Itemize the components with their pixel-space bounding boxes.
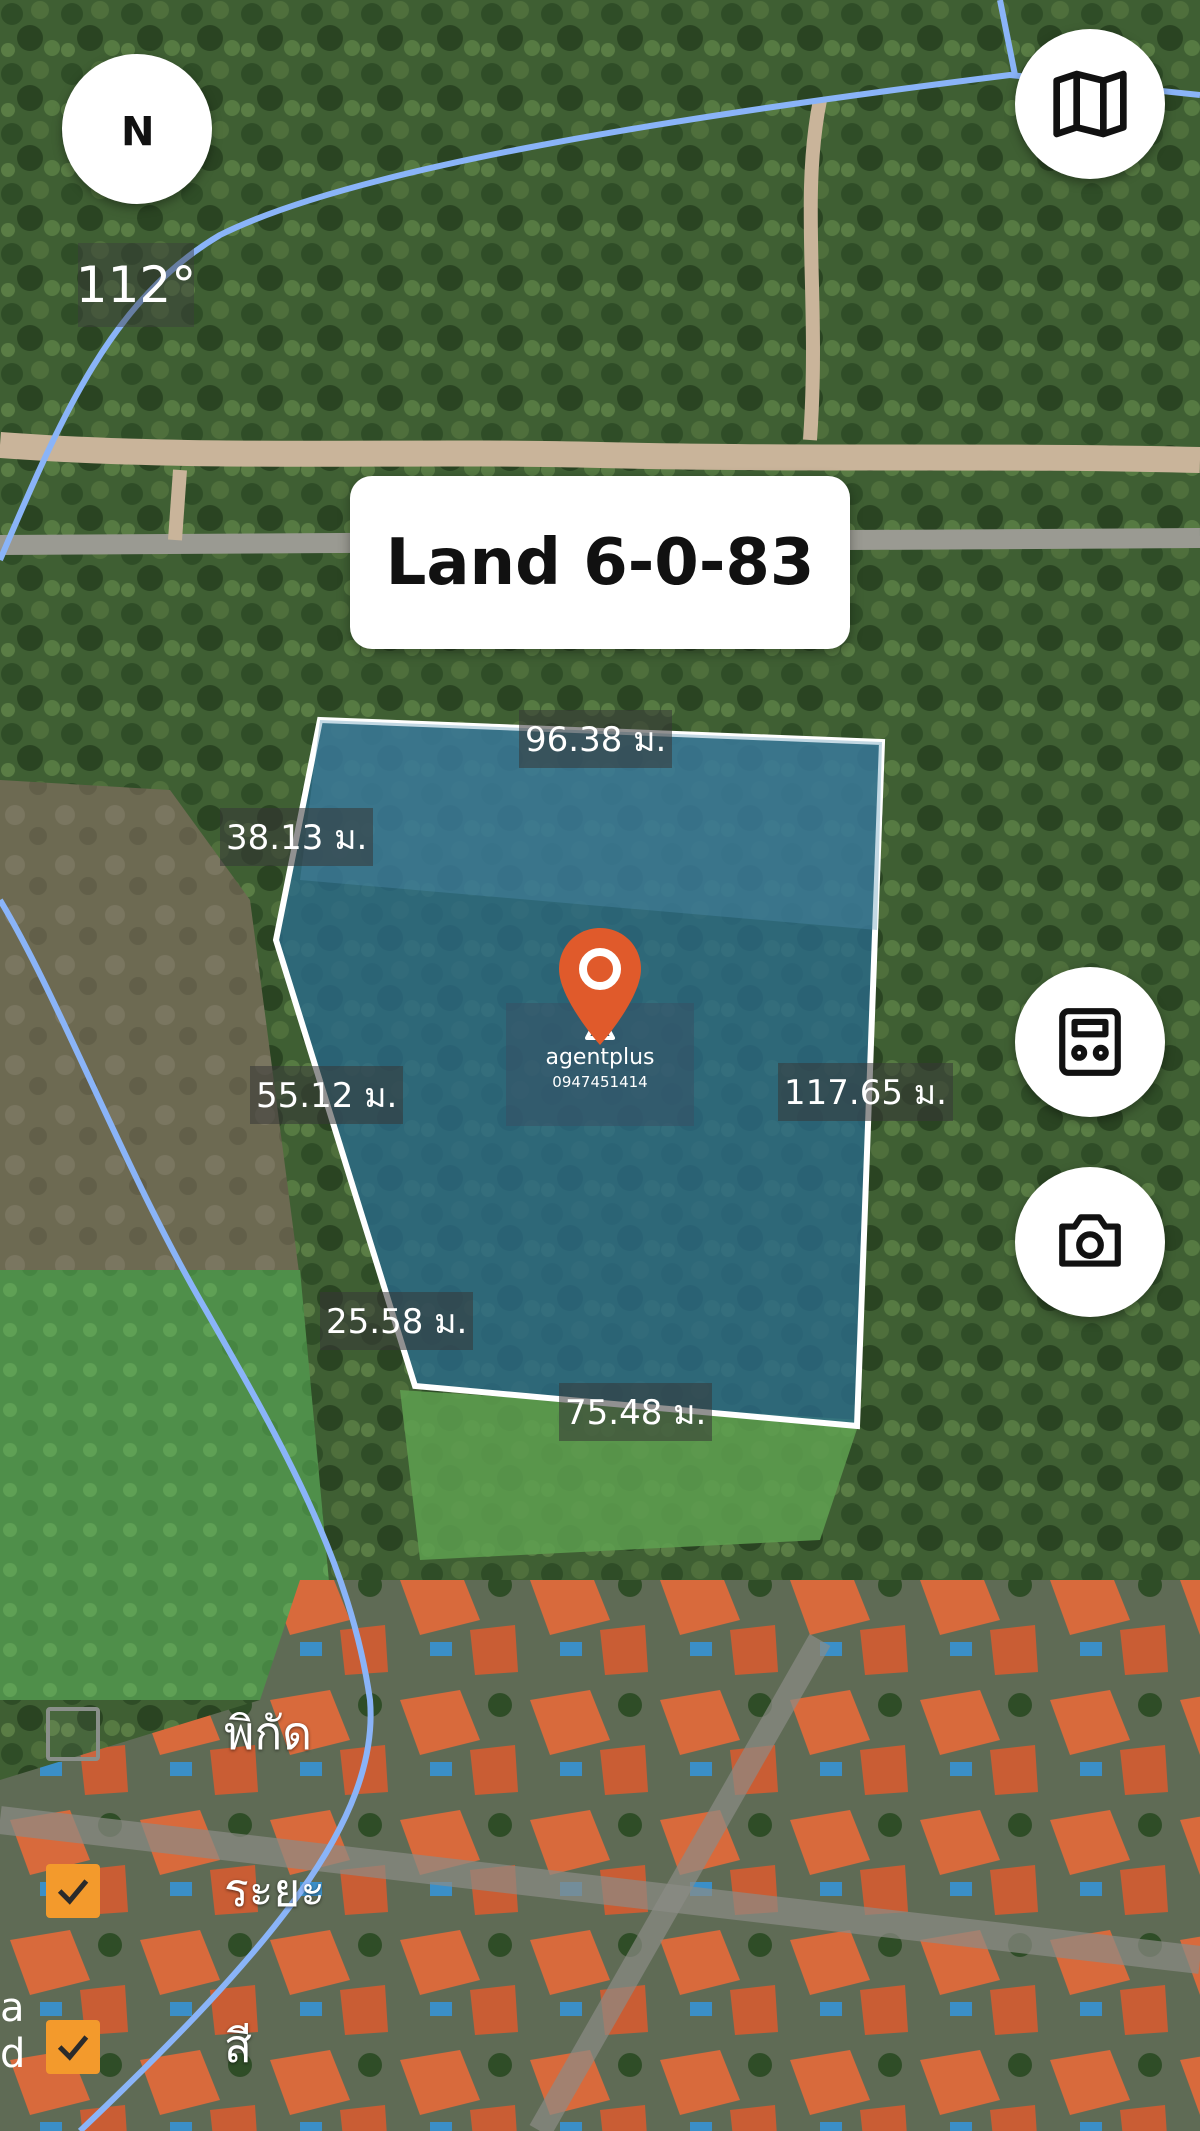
calculator-button[interactable]: [1015, 967, 1165, 1117]
map-layers-button[interactable]: [1015, 29, 1165, 179]
compass-icon: N: [119, 106, 155, 152]
bearing-readout: 112°: [76, 243, 196, 327]
measurement-bottom: 75.48 ม.: [559, 1383, 713, 1441]
cropped-edge-text: a d: [0, 1985, 26, 2077]
camera-button[interactable]: [1015, 1167, 1165, 1317]
measurement-right: 117.65 ม.: [778, 1063, 953, 1121]
measurement-left-upper: 38.13 ม.: [220, 808, 374, 866]
measurement-left-lower: 25.58 ม.: [320, 1292, 474, 1350]
measurement-left-mid: 55.12 ม.: [250, 1066, 404, 1124]
layer-toggle-distance[interactable]: ระยะ: [46, 1854, 325, 1927]
compass-button[interactable]: N: [62, 54, 212, 204]
layer-toggle-coordinates[interactable]: พิกัด: [46, 1697, 312, 1770]
checkmark-icon: [57, 1878, 89, 1905]
checkmark-icon: [57, 2034, 89, 2061]
calculator-icon: [1059, 1008, 1121, 1076]
distance-checkbox[interactable]: [46, 1863, 100, 1918]
color-label: สี: [224, 2019, 253, 2073]
coordinates-label: พิกัด: [224, 1706, 313, 1760]
distance-label: ระยะ: [224, 1863, 326, 1917]
camera-icon: [1059, 1214, 1121, 1267]
color-checkbox[interactable]: [46, 2019, 100, 2074]
layer-toggle-color[interactable]: สี: [46, 2010, 252, 2083]
location-pin-icon[interactable]: [555, 925, 645, 1050]
watermark-phone: 0947451414: [552, 1073, 648, 1091]
measurement-top: 96.38 ม.: [519, 710, 673, 768]
land-title: Land 6-0-83: [385, 525, 815, 600]
coordinates-checkbox[interactable]: [46, 1706, 100, 1761]
map-icon: [1053, 70, 1127, 138]
land-title-card: Land 6-0-83: [350, 476, 850, 649]
